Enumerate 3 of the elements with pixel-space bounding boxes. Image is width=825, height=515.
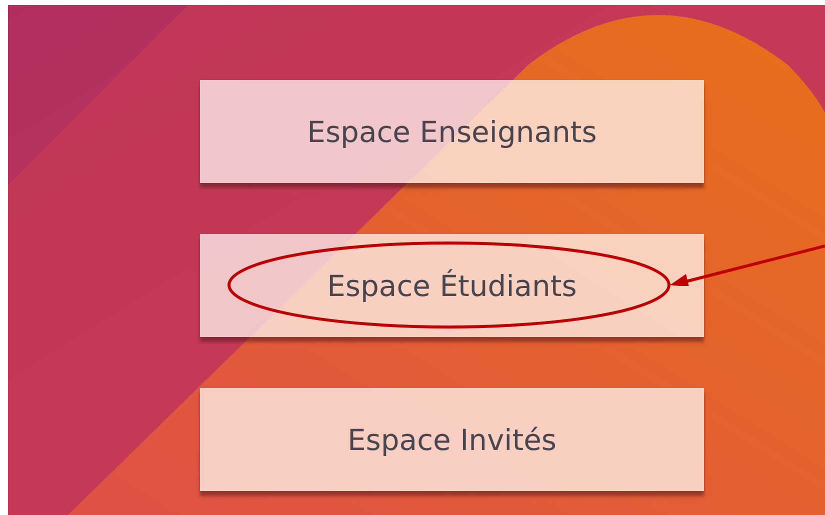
space-button[interactable]: Espace Invités (200, 388, 704, 491)
space-button[interactable]: Espace Enseignants (200, 80, 704, 183)
space-button[interactable]: Espace Étudiants (200, 234, 704, 337)
